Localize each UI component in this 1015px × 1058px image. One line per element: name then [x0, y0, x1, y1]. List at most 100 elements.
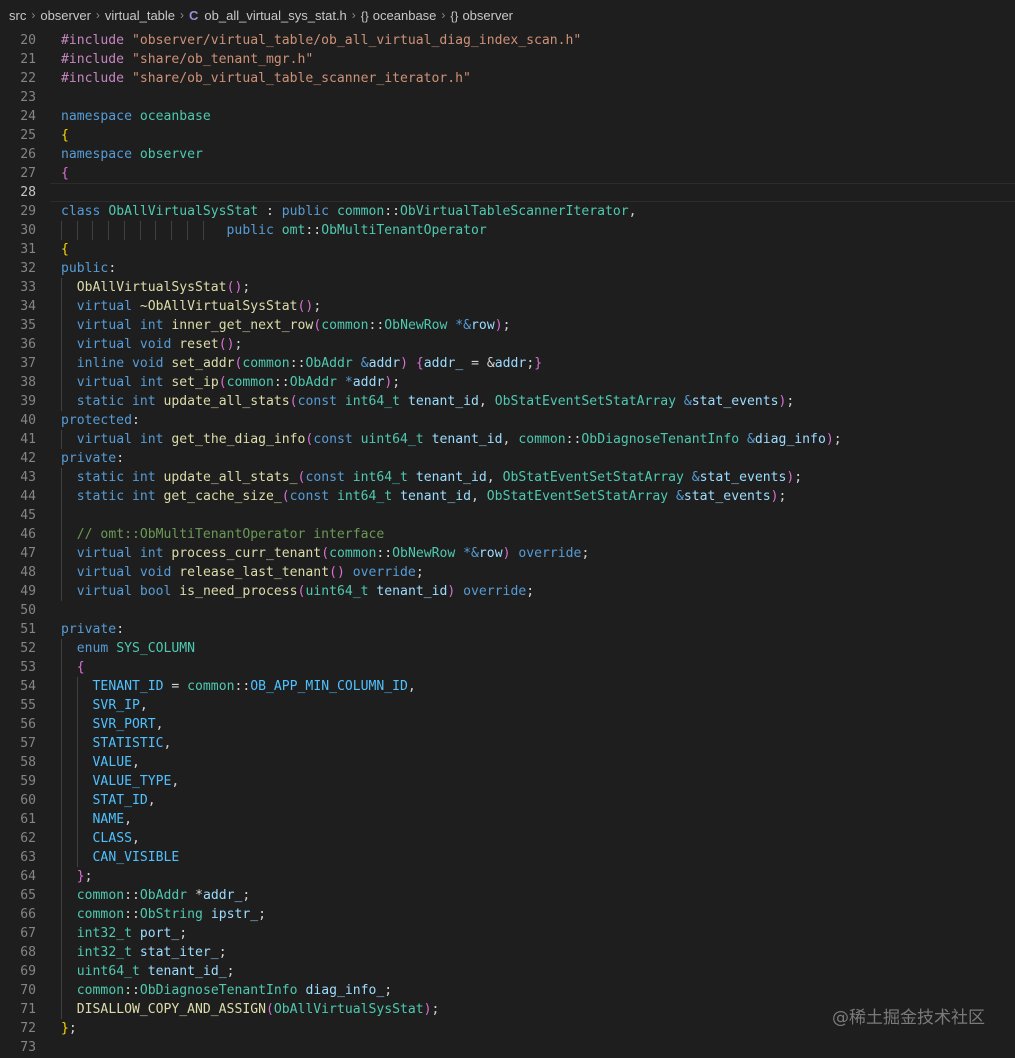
line-number: 48: [20, 565, 36, 580]
breadcrumb-item[interactable]: {} oceanbase: [361, 8, 437, 23]
breadcrumb: src › observer › virtual_table › Cob_all_virtu…: [0, 0, 1015, 30]
breadcrumb-item[interactable]: src: [9, 8, 26, 23]
code-token: enum: [76, 641, 109, 656]
line-number: 26: [20, 147, 36, 162]
code-token: static: [76, 394, 125, 409]
line-number: 68: [20, 945, 36, 960]
line-number: 47: [20, 546, 36, 561]
code-token: tenant_id: [400, 489, 472, 504]
code-line: 41 virtual int get_the_diag_info(const u…: [0, 430, 1015, 449]
code-text: SVR_PORT,: [61, 715, 164, 734]
code-token: ;: [179, 926, 188, 941]
code-line: 38 virtual int set_ip(common::ObAddr *ad…: [0, 373, 1015, 392]
code-token: {: [61, 242, 69, 257]
code-token: VALUE_TYPE: [92, 774, 172, 789]
code-line: 40 protected:: [0, 411, 1015, 430]
code-token: (: [265, 1002, 274, 1017]
code-token: int64_t: [352, 470, 408, 485]
code-token: private: [61, 451, 117, 466]
code-token: virtual: [76, 432, 132, 447]
breadcrumb-item[interactable]: observer: [40, 8, 91, 23]
line-number: 70: [20, 983, 36, 998]
code-token: ObAllVirtualSysStat: [273, 1002, 424, 1017]
code-token: TENANT_ID: [92, 679, 164, 694]
code-token: int: [139, 546, 164, 561]
line-number: 35: [20, 318, 36, 333]
code-token: ;: [502, 318, 511, 333]
code-line: 58 VALUE,: [0, 753, 1015, 772]
code-text: // omt::ObMultiTenantOperator interface: [61, 525, 384, 544]
line-number: 59: [20, 774, 36, 789]
code-line: 48 virtual void release_last_tenant() ov…: [0, 563, 1015, 582]
code-text: virtual int get_the_diag_info(const uint…: [61, 430, 842, 449]
code-editor[interactable]: 20 #include "observer/virtual_table/ob_al…: [0, 31, 1015, 1058]
line-number: 63: [20, 850, 36, 865]
code-token: NAME: [92, 812, 125, 827]
code-token: ::: [368, 318, 385, 333]
code-token: int: [139, 432, 164, 447]
code-token: DISALLOW_COPY_AND_ASSIGN: [76, 1002, 266, 1017]
breadcrumb-item[interactable]: virtual_table: [105, 8, 175, 23]
code-token: set_ip: [171, 375, 219, 390]
breadcrumb-item[interactable]: Cob_all_virtual_sys_stat.h: [189, 8, 347, 23]
line-number: 21: [20, 52, 36, 67]
code-token: inner_get_next_row: [171, 318, 314, 333]
line-number: 58: [20, 755, 36, 770]
code-token: port_: [139, 926, 180, 941]
code-token: protected: [61, 413, 132, 428]
line-number: 66: [20, 907, 36, 922]
code-line: 43 static int update_all_stats_(const in…: [0, 468, 1015, 487]
code-token: diag_info_: [305, 983, 385, 998]
line-number: 65: [20, 888, 36, 903]
code-token: CLASS: [92, 831, 132, 846]
code-line: 73: [0, 1038, 1015, 1057]
code-text: NAME,: [61, 810, 132, 829]
code-text: {: [61, 126, 69, 145]
code-token: tenant_id: [407, 394, 479, 409]
line-number: 53: [20, 660, 36, 675]
code-token: ,: [155, 717, 164, 732]
code-text: SVR_IP,: [61, 696, 148, 715]
code-line: 34 virtual ~ObAllVirtualSysStat();: [0, 297, 1015, 316]
code-token: const: [289, 489, 330, 504]
code-line: 67 int32_t port_;: [0, 924, 1015, 943]
breadcrumb-item[interactable]: {} observer: [450, 8, 513, 23]
code-token: }: [61, 1021, 69, 1036]
code-token: CAN_VISIBLE: [92, 850, 180, 865]
code-token: // omt::ObMultiTenantOperator interface: [76, 527, 385, 542]
code-token: :: [258, 204, 282, 219]
code-token: SYS_COLUMN: [116, 641, 196, 656]
code-text: VALUE,: [61, 753, 140, 772]
code-token: ::: [376, 546, 393, 561]
code-token: common: [187, 679, 235, 694]
chevron-right-icon: ›: [95, 8, 100, 22]
code-token: int: [131, 470, 156, 485]
line-number: 55: [20, 698, 36, 713]
code-token: ,: [131, 831, 140, 846]
code-token: tenant_id: [376, 584, 448, 599]
code-line: 46 // omt::ObMultiTenantOperator interfa…: [0, 525, 1015, 544]
code-line: 65 common::ObAddr *addr_;: [0, 886, 1015, 905]
code-token: (): [218, 337, 235, 352]
code-token: ObMultiTenantOperator: [321, 223, 487, 238]
code-token: common: [321, 318, 369, 333]
code-line: 23: [0, 88, 1015, 107]
